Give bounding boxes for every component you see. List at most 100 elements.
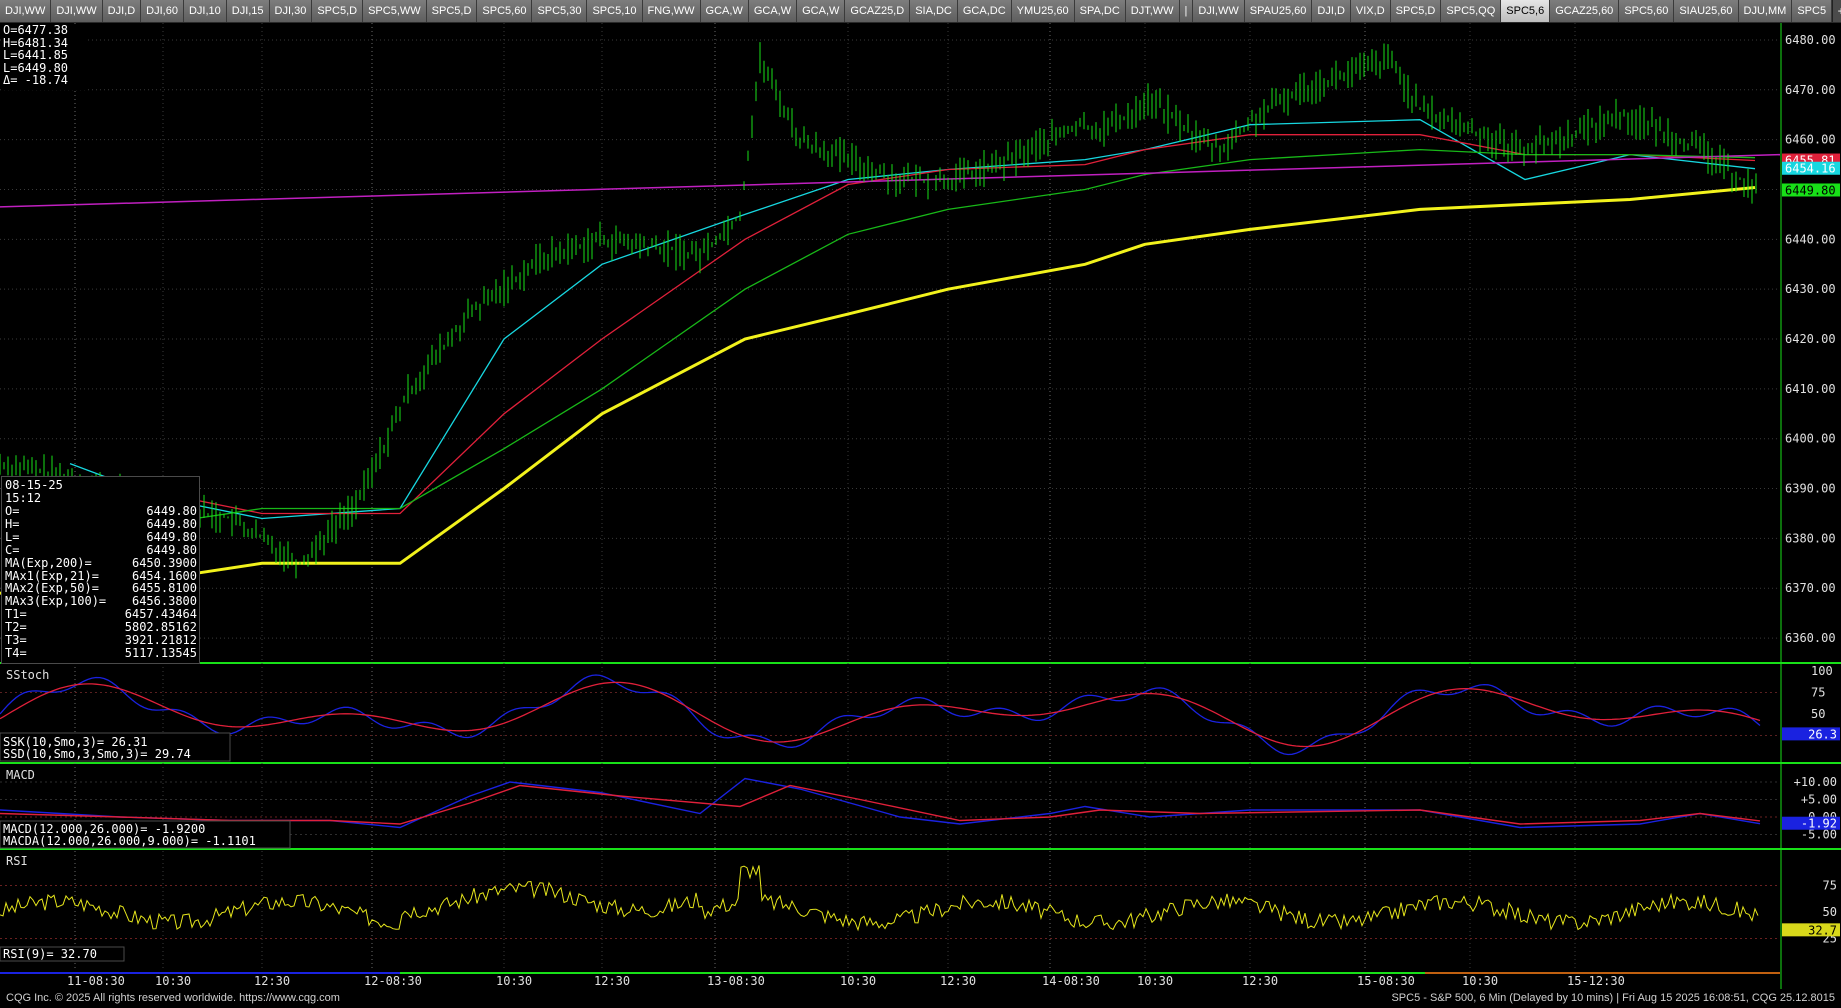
price-tick-label: 6370.00: [1785, 581, 1836, 595]
time-tick-label: 13-08:30: [707, 974, 765, 988]
tab-dji-60[interactable]: DJI,60: [141, 0, 184, 22]
tab-spc5-6[interactable]: SPC5,6: [1501, 0, 1551, 22]
price-tick-label: 6420.00: [1785, 332, 1836, 346]
ohlc-lines: O=6477.38 H=6481.34 L=6441.85 L=6449.80 Δ= -…: [3, 24, 87, 87]
time-tick-label: 12:30: [254, 974, 290, 988]
ohlc-line: O=6477.38: [3, 23, 69, 37]
tab-dji-d[interactable]: DJI,D: [1312, 0, 1351, 22]
tab-siau25-60[interactable]: SIAU25,60: [1674, 0, 1739, 22]
tab-dji-ww[interactable]: DJI,WW: [0, 0, 52, 22]
price-tick-label: 6440.00: [1785, 232, 1836, 246]
ohlc-line: Δ= -18.74: [3, 73, 69, 88]
stoch-title: SStoch: [6, 668, 49, 682]
price-tick-label: 6400.00: [1785, 432, 1836, 446]
tab-gca-w[interactable]: GCA,W: [700, 0, 749, 22]
stoch-readout: SSD(10,Smo,3,Smo,3)= 29.74: [3, 747, 191, 761]
tab-spc5-60[interactable]: SPC5,60: [1619, 0, 1675, 22]
tab-dji-10[interactable]: DJI,10: [183, 0, 227, 22]
tab-gca-w[interactable]: GCA,W: [797, 0, 846, 22]
macd-marker-label: -1.92: [1801, 817, 1837, 831]
tab-spc5-d[interactable]: SPC5,D: [312, 0, 364, 22]
data-window-row: O= 6449.80: [5, 505, 197, 518]
time-tick-label: 10:30: [155, 974, 191, 988]
session-bar: [1425, 972, 1780, 974]
data-window: 08-15-25 15:12 O= 6449.80 H= 6449.80 L= 6449.…: [1, 476, 200, 664]
symbol-tab-bar: DJI,WW DJI,WW DJI,D DJI,60 DJI,10 DJI,15 DJI,3…: [0, 0, 1841, 23]
data-window-label: T4=: [5, 645, 27, 660]
data-window-value: 6450.3900: [131, 555, 197, 570]
tab-spc5-10[interactable]: SPC5,10: [587, 0, 643, 22]
rsi-axis-label: 50: [1823, 905, 1837, 919]
data-window-row: T4= 5117.13545: [5, 647, 197, 660]
chart-area[interactable]: 6480.006470.006460.006450.006440.006430.…: [0, 23, 1841, 989]
data-window-row: H= 6449.80: [5, 518, 197, 531]
tab-spc5-d[interactable]: SPC5,D: [1390, 0, 1442, 22]
tab-dji-15[interactable]: DJI,15: [226, 0, 270, 22]
time-tick-label: 10:30: [1462, 974, 1498, 988]
tab-spc5-ww[interactable]: SPC5,WW: [363, 0, 427, 22]
tab-dji-d[interactable]: DJI,D: [102, 0, 142, 22]
rsi-readout: RSI(9)= 32.70: [3, 947, 97, 961]
tab-djt-ww[interactable]: DJT,WW: [1125, 0, 1180, 22]
time-tick-label: 10:30: [1137, 974, 1173, 988]
data-window-label: MA(Exp,200)=: [5, 555, 92, 570]
tab-spc5-60[interactable]: SPC5,60: [477, 0, 533, 22]
time-tick-label: 12:30: [1242, 974, 1278, 988]
time-tick-label: 15-12:30: [1567, 974, 1625, 988]
tab-dju-mm[interactable]: DJU,MM: [1738, 0, 1793, 22]
tab-dji-ww[interactable]: DJI,WW: [51, 0, 103, 22]
stoch-axis-label: 75: [1811, 686, 1825, 700]
tab-spc5-30[interactable]: SPC5,30: [532, 0, 588, 22]
tab-gcaz25-60[interactable]: GCAZ25,60: [1550, 0, 1620, 22]
price-marker-label: 6449.80: [1785, 183, 1836, 197]
stoch-axis-label: 50: [1811, 707, 1825, 721]
data-window-label: L=: [5, 529, 20, 544]
time-tick-label: 12-08:30: [364, 974, 422, 988]
chart-status-text: SPC5 - S&P 500, 6 Min (Delayed by 10 min…: [1391, 992, 1835, 1004]
tab-spc5[interactable]: SPC5: [1792, 0, 1833, 22]
rsi-title: RSI: [6, 854, 28, 868]
price-tick-label: 6390.00: [1785, 482, 1836, 496]
price-tick-label: 6380.00: [1785, 531, 1836, 545]
data-window-label: O=: [5, 504, 20, 518]
data-window-value: 6449.80: [146, 542, 197, 557]
ohlc-box: O=6477.38 H=6481.34 L=6441.85 L=6449.80 Δ= -…: [3, 24, 87, 90]
data-window-label: C=: [5, 542, 20, 557]
data-window-date: 08-15-25: [5, 478, 63, 492]
tab-fng-ww[interactable]: FNG,WW: [642, 0, 701, 22]
tab-gca-dc[interactable]: GCA,DC: [957, 0, 1012, 22]
data-window-time: 15:12: [5, 491, 42, 505]
data-window-label: H=: [5, 516, 20, 531]
time-tick-label: 10:30: [840, 974, 876, 988]
data-window-row: L= 6449.80: [5, 529, 197, 544]
session-bar: [0, 972, 400, 974]
stoch-marker-label: 26.3: [1808, 727, 1837, 741]
time-tick-label: 11-08:30: [67, 974, 125, 988]
add-button[interactable]: +: [1832, 0, 1841, 22]
tab-sia-dc[interactable]: SIA,DC: [910, 0, 958, 22]
price-tick-label: 6410.00: [1785, 382, 1836, 396]
data-window-value: 6449.80: [146, 529, 197, 544]
status-footer: CQG Inc. © 2025 All rights reserved worl…: [0, 989, 1841, 1008]
time-tick-label: 12:30: [940, 974, 976, 988]
ohlc-line: L=6441.85: [3, 48, 69, 63]
macd-readout: MACDA(12.000,26.000,9.000)= -1.1101: [3, 834, 256, 848]
tab-vix-d[interactable]: VIX,D: [1350, 0, 1391, 22]
tab-gcaz25-d[interactable]: GCAZ25,D: [845, 0, 911, 22]
tab-spc5-d[interactable]: SPC5,D: [426, 0, 478, 22]
tab-dji-30[interactable]: DJI,30: [269, 0, 313, 22]
tab-spc5-qq[interactable]: SPC5,QQ: [1441, 0, 1502, 22]
time-tick-label: 10:30: [496, 974, 532, 988]
tab-spau25-60[interactable]: SPAU25,60: [1244, 0, 1313, 22]
macd-title: MACD: [6, 768, 35, 782]
tab-ymu25-60[interactable]: YMU25,60: [1011, 0, 1075, 22]
data-window-rows: O= 6449.80 H= 6449.80 L= 6449.80 C= 6449.80 MA(E…: [5, 505, 197, 660]
tab--[interactable]: |: [1179, 0, 1194, 22]
tab-gca-w[interactable]: GCA,W: [748, 0, 798, 22]
session-bar: [400, 972, 1085, 974]
tab-spa-dc[interactable]: SPA,DC: [1074, 0, 1126, 22]
stoch-axis-label: 100: [1811, 664, 1833, 678]
price-tick-label: 6360.00: [1785, 631, 1836, 645]
session-bar: [1085, 972, 1425, 974]
tab-dji-ww[interactable]: DJI,WW: [1193, 0, 1245, 22]
